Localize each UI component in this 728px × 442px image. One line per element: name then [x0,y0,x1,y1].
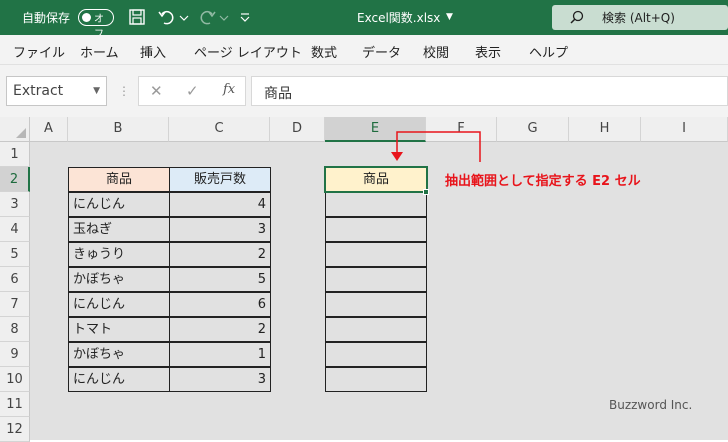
extract-cell[interactable] [325,192,427,217]
table-cell[interactable]: かぼちゃ [68,342,170,367]
column-header-h[interactable]: H [569,117,641,142]
row-header-1[interactable]: 1 [0,142,30,167]
extract-cell[interactable] [325,342,427,367]
annotation-arrow-icon [391,131,481,162]
column-header-b[interactable]: B [68,117,169,142]
save-icon[interactable] [126,6,148,28]
filename-dropdown-icon[interactable]: ▼ [446,12,453,22]
column-header-g[interactable]: G [497,117,569,142]
name-box[interactable]: Extract ▼ [6,76,107,106]
search-label: 検索 (Alt+Q) [602,11,675,25]
row-header-7[interactable]: 7 [0,292,30,317]
extract-cell[interactable] [325,367,427,392]
gridline [641,142,642,440]
ribbon-tabs: ファイル ホーム 挿入 ページ レイアウト 数式 データ 校閲 表示 ヘルプ [0,35,728,65]
column-header-c[interactable]: C [169,117,270,142]
table-cell[interactable]: かぼちゃ [68,267,170,292]
row-header-12[interactable]: 12 [0,417,30,442]
insert-function-icon[interactable]: fx [223,82,235,97]
tab-help[interactable]: ヘルプ [529,42,568,61]
select-all-corner[interactable] [0,117,30,142]
tab-data[interactable]: データ [362,42,401,61]
column-header-a[interactable]: A [30,117,68,142]
tab-home[interactable]: ホーム [80,42,119,61]
row-header-5[interactable]: 5 [0,242,30,267]
row-header-2[interactable]: 2 [0,167,30,192]
row-header-8[interactable]: 8 [0,317,30,342]
table-cell[interactable]: 5 [169,267,271,292]
extract-cell[interactable] [325,217,427,242]
annotation-text: 抽出範囲として指定する E2 セル [445,174,641,189]
select-all-icon [16,128,26,138]
tab-file[interactable]: ファイル [13,42,65,61]
row-header-9[interactable]: 9 [0,342,30,367]
table-cell[interactable]: 2 [169,242,271,267]
tab-formulas[interactable]: 数式 [311,42,337,61]
more-icon: ⋮ [118,84,130,98]
formula-input[interactable]: 商品 [251,76,728,106]
extract-cell[interactable] [325,317,427,342]
row-header-11[interactable]: 11 [0,392,30,417]
redo-icon[interactable] [196,6,218,28]
name-box-value: Extract [13,83,64,99]
file-name[interactable]: Excel関数.xlsx [357,9,440,26]
formula-actions: ✕ ✓ fx [138,76,246,106]
autosave-label: 自動保存 [22,11,71,25]
watermark: Buzzword Inc. [609,398,693,412]
cancel-icon[interactable]: ✕ [150,82,163,100]
table-cell[interactable]: 玉ねぎ [68,217,170,242]
table-cell[interactable]: 1 [169,342,271,367]
extract-cell[interactable] [325,242,427,267]
tab-review[interactable]: 校閲 [423,42,449,61]
fill-handle[interactable] [423,189,429,195]
row-header-3[interactable]: 3 [0,192,30,217]
table-cell[interactable]: にんじん [68,292,170,317]
column-header-d[interactable]: D [270,117,325,142]
customize-toolbar-icon[interactable] [238,6,252,28]
chevron-down-icon[interactable]: ▼ [93,86,100,96]
table-header-sales[interactable]: 販売戸数 [169,167,271,192]
tab-page-layout[interactable]: ページ レイアウト [194,42,302,61]
title-bar: 自動保存 オフ Excel関数.xlsx ▼ 検索 (Alt+Q) [0,0,728,40]
column-header-i[interactable]: I [641,117,728,142]
autosave-toggle[interactable]: オフ [78,9,114,40]
toggle-knob [82,12,91,22]
table-cell[interactable]: 2 [169,317,271,342]
table-header-product[interactable]: 商品 [68,167,170,192]
undo-icon[interactable] [156,6,178,28]
undo-dropdown-icon[interactable] [178,6,190,28]
tab-insert[interactable]: 挿入 [140,42,166,61]
formula-bar: Extract ▼ ⋮ ✕ ✓ fx 商品 [0,65,728,117]
row-header-10[interactable]: 10 [0,367,30,392]
table-cell[interactable]: 6 [169,292,271,317]
table-cell[interactable]: にんじん [68,367,170,392]
row-header-4[interactable]: 4 [0,217,30,242]
tab-view[interactable]: 表示 [475,42,501,61]
table-cell[interactable]: 3 [169,367,271,392]
table-cell[interactable]: トマト [68,317,170,342]
table-cell[interactable]: きゅうり [68,242,170,267]
extract-cell[interactable] [325,292,427,317]
search-icon [570,10,584,28]
redo-dropdown-icon[interactable] [218,6,230,28]
formula-content: 商品 [264,86,292,102]
row-header-6[interactable]: 6 [0,267,30,292]
extract-cell[interactable] [325,267,427,292]
enter-icon[interactable]: ✓ [186,82,199,100]
table-cell[interactable]: にんじん [68,192,170,217]
table-cell[interactable]: 4 [169,192,271,217]
table-cell[interactable]: 3 [169,217,271,242]
search-box[interactable]: 検索 (Alt+Q) [552,5,728,30]
